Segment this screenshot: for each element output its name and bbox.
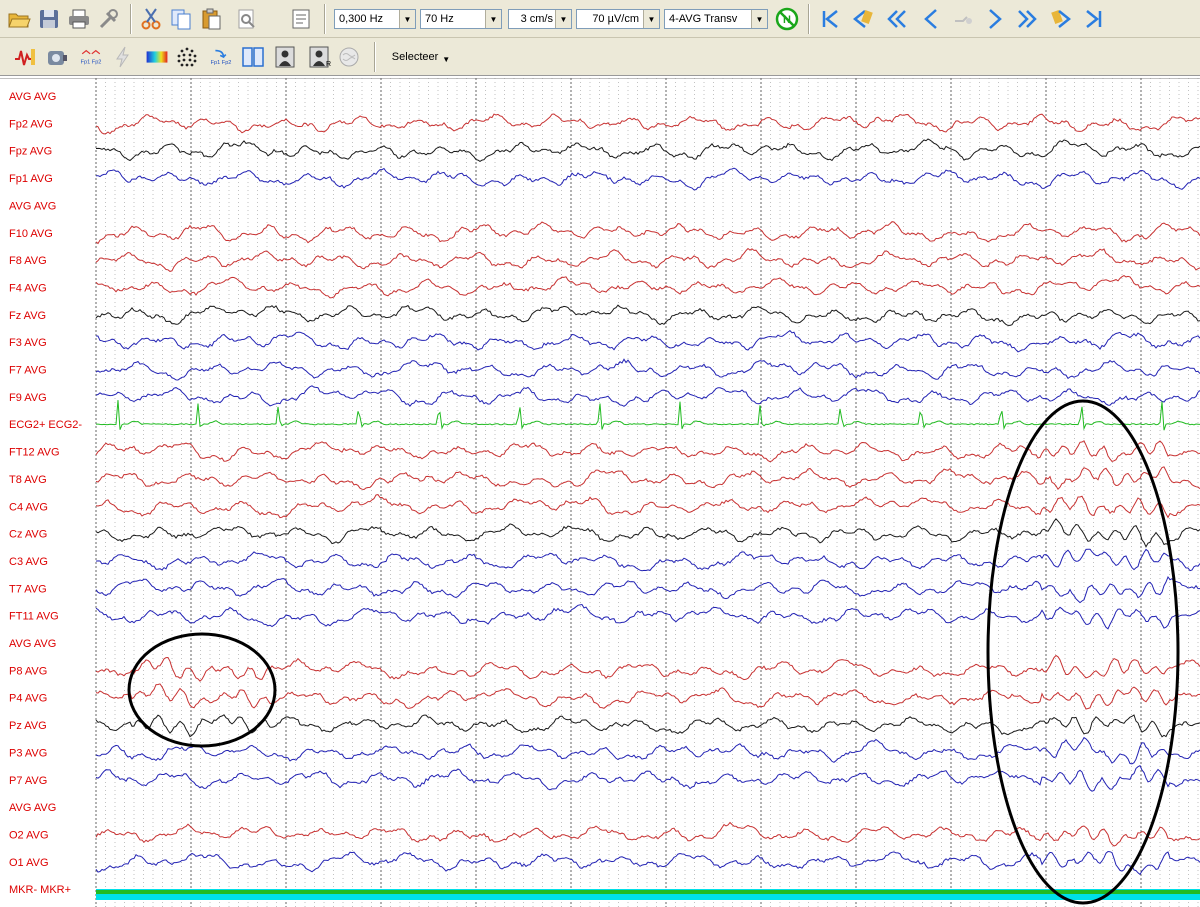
channel-label[interactable]: MKR- MKR+ [9,884,71,896]
blank-icon[interactable] [950,5,976,33]
channel-label[interactable]: Pz AVG [9,720,47,732]
marker-channel [96,889,1200,900]
paste-icon[interactable] [198,5,224,33]
save-icon[interactable] [36,5,62,33]
main-toolbar: 0,300 Hz ▼ 70 Hz ▼ 3 cm/s ▼ 70 µV/cm ▼ 4… [0,0,1200,38]
channel-label[interactable]: AVG AVG [9,802,56,814]
page-setup-icon[interactable] [288,5,314,33]
video-person-r-icon[interactable]: R [306,43,332,71]
channel-label[interactable]: F8 AVG [9,255,47,267]
high-pass-filter-select[interactable]: 0,300 Hz ▼ [334,9,416,29]
fast-back-icon[interactable] [884,5,910,33]
channel-label[interactable]: P4 AVG [9,693,47,705]
fast-forward-icon[interactable] [1014,5,1040,33]
print-icon[interactable] [66,5,92,33]
montage-select[interactable]: 4-AVG Transv ▼ [664,9,768,29]
copy-icon[interactable] [168,5,194,33]
channel-label[interactable]: P7 AVG [9,775,47,787]
channel-label[interactable]: F3 AVG [9,337,47,349]
channel-label[interactable]: F4 AVG [9,282,47,294]
montage-fp1-fp2-icon[interactable]: Fp1 Fp2 [76,43,106,71]
sensitivity-select[interactable]: 70 µV/cm ▼ [576,9,660,29]
channel-label[interactable]: F10 AVG [9,228,53,240]
waveform-icon[interactable] [12,43,38,71]
channel-label[interactable]: ECG2+ ECG2- [9,419,82,431]
channel-label[interactable]: Fpz AVG [9,146,52,158]
channel-label[interactable]: F7 AVG [9,365,47,377]
chevron-down-icon: ▼ [399,10,415,28]
low-pass-filter-select[interactable]: 70 Hz ▼ [420,9,502,29]
channel-label[interactable]: FT12 AVG [9,447,60,459]
channel-label[interactable]: P3 AVG [9,747,47,759]
svg-text:Fp1 Fp2: Fp1 Fp2 [211,60,232,66]
channel-label[interactable]: O2 AVG [9,829,49,841]
svg-text:N: N [783,14,791,26]
eeg-trace-panel[interactable]: AVG AVG Fp2 AVG Fpz AVG Fp1 AVG AVG AVG F10 A… [0,78,1200,907]
channel-label[interactable]: C3 AVG [9,556,48,568]
channel-label[interactable]: Fp1 AVG [9,173,53,185]
svg-text:R: R [326,61,331,68]
open-folder-icon[interactable] [6,5,32,33]
print-preview-icon[interactable] [234,5,260,33]
go-last-icon[interactable] [1080,5,1106,33]
cut-icon[interactable] [138,5,164,33]
selecteer-dropdown-button[interactable]: Selecteer ▼ [384,45,458,69]
secondary-toolbar: Fp1 Fp2 Fp1 Fp2 R Selecteer ▼ [0,38,1200,76]
jump-back-icon[interactable] [850,5,876,33]
channel-label[interactable]: AVG AVG [9,638,56,650]
back-icon[interactable] [918,5,944,33]
reference-fp1-fp2-icon[interactable]: Fp1 Fp2 [206,43,236,71]
channel-label[interactable]: AVG AVG [9,91,56,103]
chevron-down-icon: ▼ [555,10,571,28]
chevron-down-icon: ▼ [442,55,451,64]
video-person-icon[interactable] [272,43,298,71]
split-view-icon[interactable] [240,43,266,71]
svg-text:Fp1 Fp2: Fp1 Fp2 [81,59,102,65]
paper-speed-select[interactable]: 3 cm/s ▼ [508,9,572,29]
notch-filter-icon[interactable]: N [774,5,800,33]
camera-icon[interactable] [44,43,70,71]
jump-forward-icon[interactable] [1048,5,1074,33]
chevron-down-icon: ▼ [643,10,659,28]
channel-label[interactable]: T7 AVG [9,583,47,595]
forward-icon[interactable] [982,5,1008,33]
channel-label[interactable]: F9 AVG [9,392,47,404]
channel-label[interactable]: O1 AVG [9,857,49,869]
settings-tools-icon[interactable] [96,5,122,33]
channel-label[interactable]: FT11 AVG [9,611,59,623]
electrode-grid-icon[interactable] [174,43,200,71]
channel-label[interactable]: C4 AVG [9,501,48,513]
brain-map-icon[interactable] [336,43,362,71]
chevron-down-icon: ▼ [751,10,767,28]
channel-label[interactable]: T8 AVG [9,474,47,486]
channel-label[interactable]: AVG AVG [9,200,56,212]
chevron-down-icon: ▼ [485,10,501,28]
channel-label[interactable]: Fp2 AVG [9,118,53,130]
channel-label[interactable]: P8 AVG [9,665,47,677]
spectrum-map-icon[interactable] [142,43,172,71]
channel-label[interactable]: Cz AVG [9,529,47,541]
channel-label[interactable]: Fz AVG [9,310,46,322]
disabled-flash-icon[interactable] [110,43,136,71]
go-first-icon[interactable] [818,5,844,33]
